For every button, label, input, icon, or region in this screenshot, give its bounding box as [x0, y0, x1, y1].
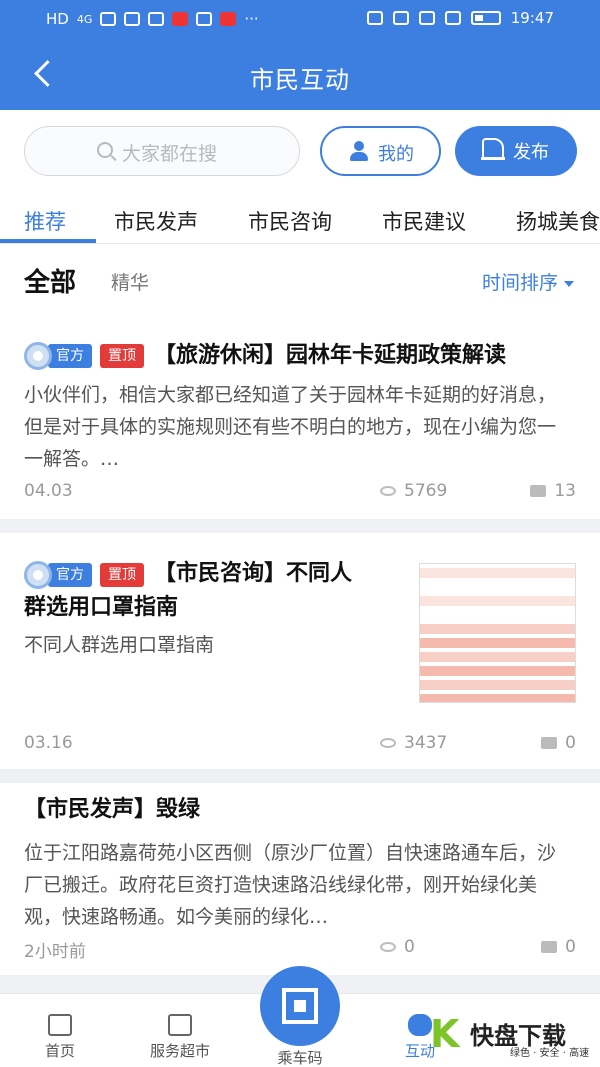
battery-icon: [470, 11, 501, 25]
views-value: 0: [404, 937, 415, 957]
watermark-logo-icon: K: [430, 1012, 460, 1056]
post-excerpt: 小伙伴们，相信大家都已经知道了关于园林年卡延期的好消息，但是对于具体的实施规则还…: [24, 384, 557, 470]
signal-icon: [100, 12, 117, 26]
pinned-tag: 置顶: [100, 344, 144, 368]
user-icon: [349, 141, 369, 161]
official-tag: 官方: [48, 563, 92, 587]
app-notification-icon: [220, 12, 237, 26]
app-header: 市民互动: [0, 46, 600, 106]
post-excerpt: 位于江阳路嘉荷苑小区西侧（原沙厂位置）自快速路通车后，沙厂已搬迁。政府花巨资打造…: [24, 842, 557, 928]
watermark-subtitle: 绿色 · 安全 · 高速: [510, 1048, 590, 1059]
home-icon: [48, 1014, 72, 1036]
mask-guide-thumbnail: [419, 563, 576, 703]
pinned-tag: 置顶: [100, 563, 144, 587]
network-indicator: 4G: [76, 12, 93, 26]
post-badges: 官方 置顶: [24, 342, 144, 370]
app-notification-icon: [148, 12, 165, 26]
bluetooth-icon: [418, 11, 435, 25]
post-card[interactable]: 官方 置顶 【旅游休闲】园林年卡延期政策解读 小伙伴们，相信大家都已经知道了关于…: [0, 315, 600, 519]
tab-yangcheng-food[interactable]: 扬城美食: [516, 206, 600, 246]
comments-count: 0: [541, 733, 576, 753]
building-icon: [168, 1014, 192, 1036]
more-notifications-icon: ···: [244, 10, 259, 28]
tab-citizen-suggest[interactable]: 市民建议: [382, 206, 466, 246]
comments-value: 13: [554, 481, 576, 501]
post-title: 【市民发声】毁绿: [24, 797, 201, 822]
post-date: 2小时前: [24, 942, 86, 962]
mine-button-label: 我的: [378, 144, 414, 165]
comments-count: 0: [541, 937, 576, 957]
hd-indicator: HD: [46, 10, 69, 28]
app-notification-icon: [196, 12, 213, 26]
chat-bubble-icon: [408, 1014, 432, 1036]
official-tag: 官方: [48, 344, 92, 368]
post-title-line1: 【市民咨询】不同人: [154, 561, 353, 586]
comment-icon: [541, 941, 558, 953]
comment-icon: [530, 485, 547, 497]
top-panel: 大家都在搜 我的 发布 推荐 市民发声 市民咨询 市民建议 扬城美食 全部 精华…: [0, 110, 600, 315]
app-notification-icon: [172, 12, 189, 26]
status-bar: HD 4G ··· 19:47: [0, 0, 600, 38]
official-medal-icon: [24, 342, 52, 370]
vibrate-icon: [444, 11, 461, 25]
eye-icon: [380, 738, 396, 748]
views-count: 0: [380, 937, 415, 957]
site-watermark: K 快盘下载 绿色 · 安全 · 高速: [430, 1012, 600, 1062]
alarm-icon: [392, 11, 409, 25]
top-bar: HD 4G ··· 19:47 市民互动: [0, 0, 600, 110]
tab-citizen-voice[interactable]: 市民发声: [114, 206, 198, 246]
eye-icon: [380, 486, 396, 496]
post-date: 03.16: [24, 733, 73, 753]
post-badges: 官方 置顶: [24, 561, 144, 589]
filter-bar: 全部 精华 时间排序: [0, 244, 600, 314]
post-card[interactable]: 【市民发声】毁绿 位于江阳路嘉荷苑小区西侧（原沙厂位置）自快速路通车后，沙厂已搬…: [0, 783, 600, 975]
views-count: 3437: [380, 733, 447, 753]
post-title: 【旅游休闲】园林年卡延期政策解读: [154, 343, 507, 368]
sort-dropdown[interactable]: 时间排序: [482, 268, 574, 295]
post-date: 04.03: [24, 481, 73, 501]
tab-citizen-consult[interactable]: 市民咨询: [248, 206, 332, 246]
eye-icon: [380, 942, 396, 952]
views-count: 5769: [380, 481, 447, 501]
nfc-icon: [366, 11, 383, 25]
ride-code-label: 乘车码: [277, 1049, 323, 1067]
search-placeholder: 大家都在搜: [122, 143, 218, 165]
post-button-label: 发布: [513, 142, 549, 163]
wifi-icon: [124, 12, 141, 26]
filter-all[interactable]: 全部: [24, 262, 76, 299]
comments-value: 0: [565, 937, 576, 957]
comments-value: 0: [565, 733, 576, 753]
comment-icon: [541, 737, 558, 749]
mine-button[interactable]: 我的: [320, 126, 441, 176]
nav-service-market[interactable]: 服务超市: [140, 1014, 220, 1061]
ride-code-button[interactable]: [260, 966, 340, 1046]
compose-icon: [481, 138, 505, 160]
post-card[interactable]: 官方 置顶 【市民咨询】不同人 群选用口罩指南 不同人群选用口罩指南 03.16…: [0, 533, 600, 769]
status-time: 19:47: [510, 9, 554, 27]
post-title-line2: 群选用口罩指南: [24, 595, 179, 620]
nav-market-label: 服务超市: [149, 1042, 210, 1060]
qr-code-icon: [282, 988, 318, 1024]
page-title: 市民互动: [250, 66, 350, 94]
search-input[interactable]: 大家都在搜: [24, 126, 300, 176]
search-icon: [97, 142, 113, 158]
comments-count: 13: [530, 481, 576, 501]
views-value: 5769: [404, 481, 448, 501]
nav-home-label: 首页: [44, 1042, 75, 1060]
post-excerpt: 不同人群选用口罩指南: [24, 634, 215, 656]
post-button[interactable]: 发布: [455, 126, 577, 176]
official-medal-icon: [24, 561, 52, 589]
filter-featured[interactable]: 精华: [111, 268, 149, 295]
nav-home[interactable]: 首页: [20, 1014, 100, 1061]
views-value: 3437: [404, 733, 448, 753]
